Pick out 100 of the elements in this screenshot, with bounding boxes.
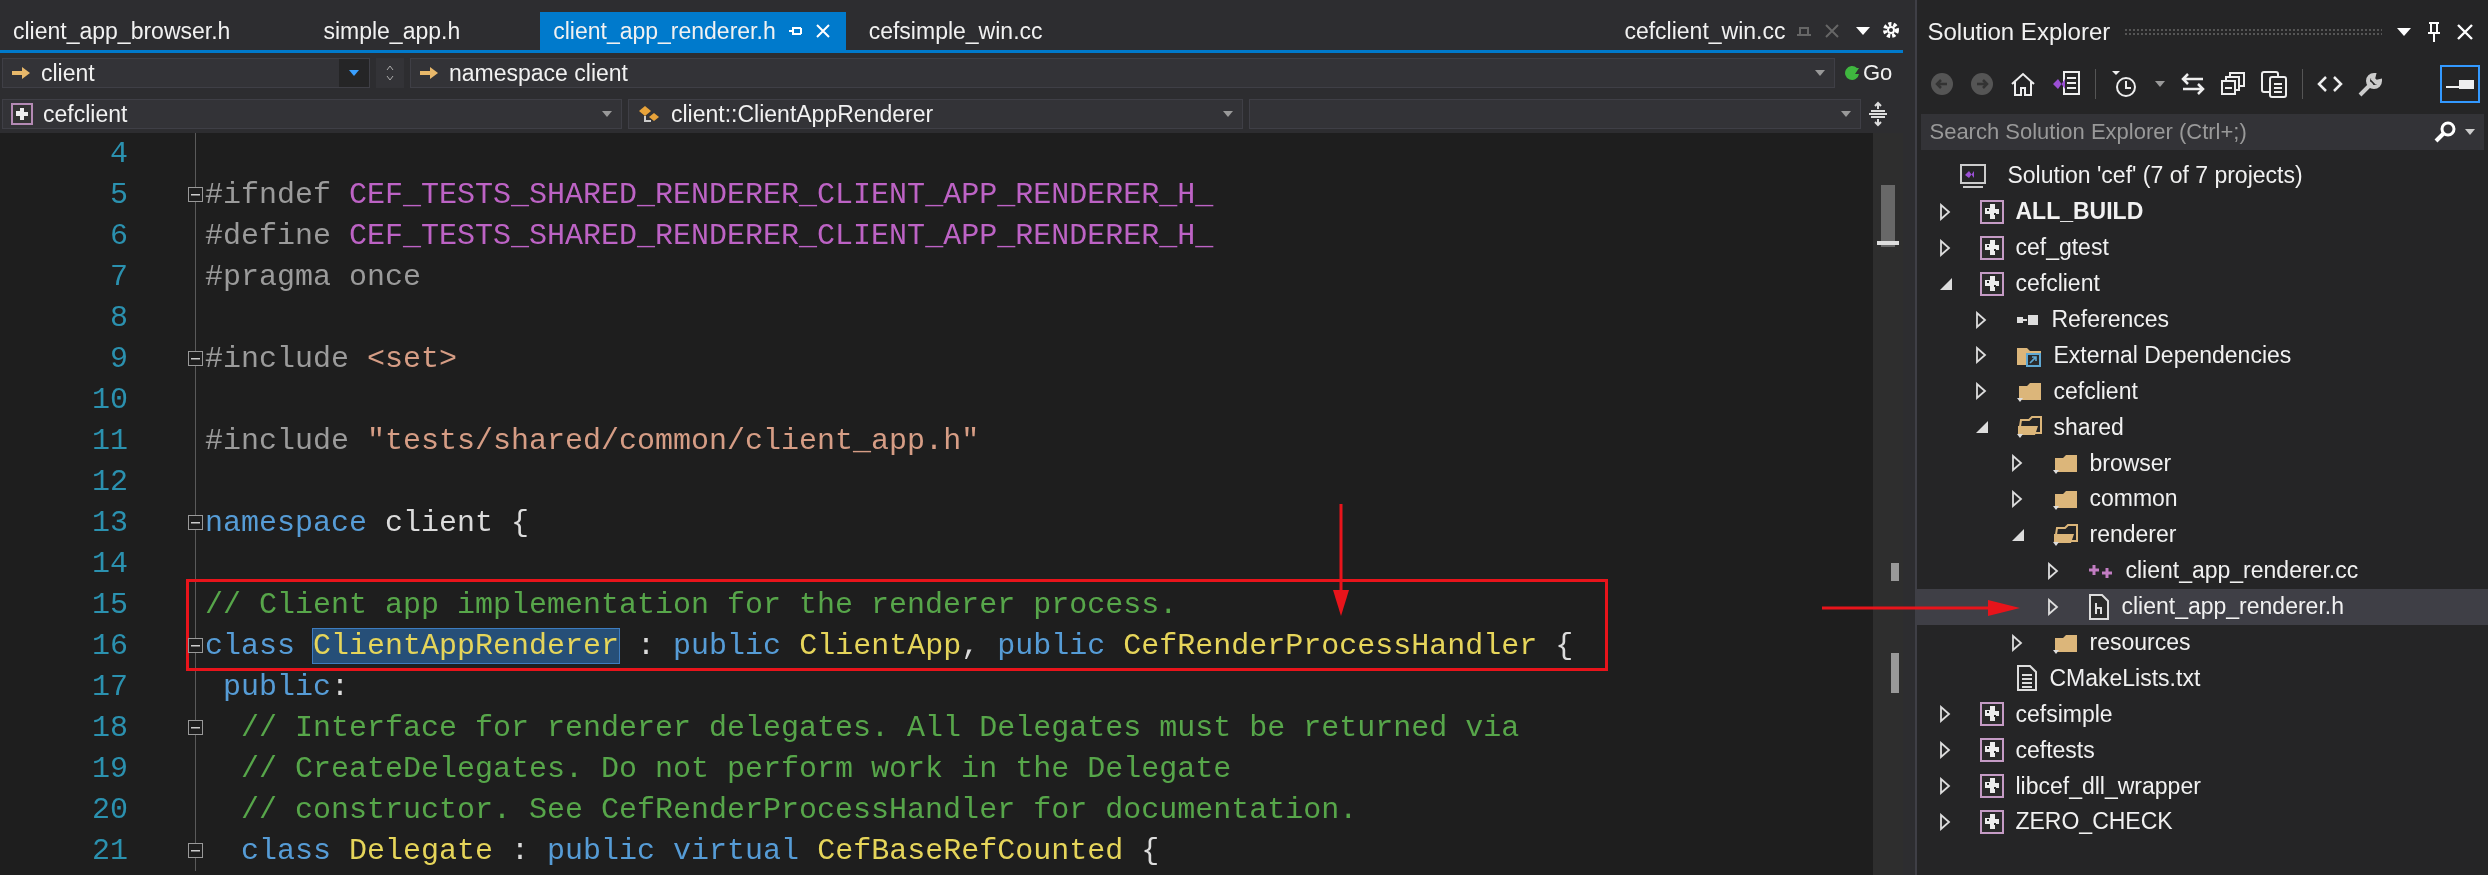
tree-item[interactable]: cef_gtest: [2015, 234, 2109, 262]
code-line: // Client app implementation for the renderer process.: [205, 587, 1178, 622]
line-number: 15: [91, 587, 128, 622]
project-icon: [1979, 234, 2006, 261]
settings-icon[interactable]: [1881, 20, 1902, 40]
code-line: class ClientAppRenderer : public ClientApp, public CefRenderProcessHandler {: [205, 628, 1574, 663]
pin-icon[interactable]: [2426, 21, 2442, 43]
expand-arrow-icon[interactable]: [1939, 741, 1952, 760]
collapse-icon[interactable]: [188, 515, 203, 530]
tree-item[interactable]: cefclient: [2015, 270, 2100, 298]
open-folder-icon: [2051, 521, 2080, 548]
project-icon: [1979, 198, 2006, 225]
code-line: // constructor. See CefRenderProcessHandler for documentation.: [240, 792, 1358, 827]
code-line: // CreateDelegates. Do not perform work in the Delegate: [240, 751, 1232, 786]
dropdown-icon[interactable]: [2396, 27, 2412, 37]
collapse-arrow-icon[interactable]: [2011, 527, 2026, 542]
code-line: #include <set>: [205, 341, 458, 376]
document-tab[interactable]: client_app_browser.h: [0, 12, 311, 50]
tree-item[interactable]: External Dependencies: [2053, 341, 2292, 369]
tree-item[interactable]: Solution 'cef' (7 of 7 projects): [2007, 162, 2303, 190]
collapse-icon[interactable]: [188, 187, 203, 202]
line-number: 14: [91, 546, 128, 581]
expand-arrow-icon[interactable]: [1939, 812, 1952, 831]
project-icon: [1979, 808, 2006, 835]
caret-icon[interactable]: [2154, 80, 2167, 88]
close-icon[interactable]: [2456, 23, 2474, 41]
project-icon: [1979, 773, 2006, 800]
tree-item[interactable]: CMakeLists.txt: [2049, 664, 2201, 692]
tree-item[interactable]: cefsimple: [2015, 700, 2113, 728]
tree-item[interactable]: References: [2051, 306, 2170, 333]
scroll-marker: [1891, 653, 1900, 693]
tree-item[interactable]: cefclient: [2053, 377, 2138, 405]
project-icon: [1979, 701, 2006, 728]
caret-icon: [1814, 69, 1826, 77]
scroll-marker: [1877, 241, 1900, 245]
expand-arrow-icon[interactable]: [1939, 777, 1952, 796]
tree-item[interactable]: common: [2089, 485, 2178, 513]
search-icon[interactable]: [2434, 121, 2456, 143]
line-number: 6: [109, 218, 128, 253]
tree-item[interactable]: ZERO_CHECK: [2015, 808, 2173, 836]
tree-item[interactable]: browser: [2089, 449, 2172, 477]
expand-arrow-icon[interactable]: [1939, 705, 1952, 724]
tree-item[interactable]: client_app_renderer.cc: [2125, 557, 2359, 585]
split-icon[interactable]: [1867, 101, 1889, 127]
go-button[interactable]: Go: [1841, 60, 1895, 86]
text-file-icon: [2015, 664, 2040, 693]
copy-icon[interactable]: [2260, 70, 2289, 98]
tree-item[interactable]: ALL_BUILD: [2015, 198, 2144, 226]
caret-icon[interactable]: [2464, 128, 2476, 136]
scope-dropdown[interactable]: client: [2, 58, 370, 88]
line-number: 18: [91, 710, 128, 745]
line-number: 21: [91, 833, 128, 868]
line-number: 7: [109, 259, 128, 294]
document-tab[interactable]: cefsimple_win.cc: [855, 12, 1123, 50]
preview-button[interactable]: [2440, 65, 2480, 103]
caret-icon: [1222, 110, 1234, 118]
collapse-icon[interactable]: [188, 843, 203, 858]
expand-arrow-icon[interactable]: [1975, 382, 1988, 401]
tree-item[interactable]: libcef_dll_wrapper: [2015, 772, 2201, 800]
line-number: 13: [91, 505, 128, 540]
tree-item[interactable]: resources: [2089, 629, 2191, 656]
expand-arrow-icon[interactable]: [2011, 489, 2024, 508]
code-line: #include "tests/shared/common/client_app.h": [205, 423, 980, 458]
expand-arrow-icon[interactable]: [1939, 238, 1952, 257]
expand-arrow-icon[interactable]: [2047, 597, 2060, 616]
collapse-arrow-icon[interactable]: [1939, 276, 1954, 291]
expand-arrow-icon[interactable]: [2011, 633, 2024, 652]
dropdown-icon[interactable]: [1855, 25, 1872, 37]
collapse-icon[interactable]: [188, 351, 203, 366]
scroll-marker: [1891, 563, 1900, 581]
tree-item[interactable]: shared: [2053, 413, 2124, 441]
expand-arrow-icon[interactable]: [1939, 202, 1952, 221]
expand-arrow-icon[interactable]: [1975, 310, 1988, 329]
collapse-icon[interactable]: [188, 720, 203, 735]
line-number: 8: [109, 300, 128, 335]
line-number: 12: [91, 464, 128, 499]
collapse-icon[interactable]: [188, 638, 203, 653]
project-icon: [1979, 270, 2006, 297]
expand-arrow-icon[interactable]: [1975, 346, 1988, 365]
switch-views-icon[interactable]: [2051, 70, 2082, 98]
collapse-all-icon[interactable]: [2220, 71, 2247, 97]
panel-icon: [2446, 79, 2474, 89]
line-number: 16: [91, 628, 128, 663]
member-dropdown[interactable]: namespace client: [410, 58, 1835, 88]
code-icon[interactable]: [2317, 74, 2344, 94]
panel-title: Solution Explorer: [1927, 18, 2111, 46]
type-dropdown[interactable]: client::ClientAppRenderer: [628, 99, 1243, 129]
collapse-arrow-icon[interactable]: [1975, 420, 1990, 435]
expand-arrow-icon[interactable]: [2047, 561, 2060, 580]
tree-item[interactable]: ceftests: [2015, 736, 2095, 764]
expand-arrow-icon[interactable]: [2011, 454, 2024, 473]
line-number: 20: [91, 792, 128, 827]
sync-icon[interactable]: [2180, 71, 2207, 97]
tree-item[interactable]: renderer: [2089, 521, 2177, 549]
document-tab[interactable]: simple_app.h: [310, 12, 541, 50]
code-line: // Interface for renderer delegates. All Delegates must be returned via: [240, 710, 1520, 745]
arrow-icon: [11, 65, 31, 81]
caret-icon[interactable]: [339, 59, 369, 87]
project-dropdown[interactable]: cefclient: [2, 99, 622, 129]
scroll-thumb[interactable]: [1881, 185, 1896, 247]
